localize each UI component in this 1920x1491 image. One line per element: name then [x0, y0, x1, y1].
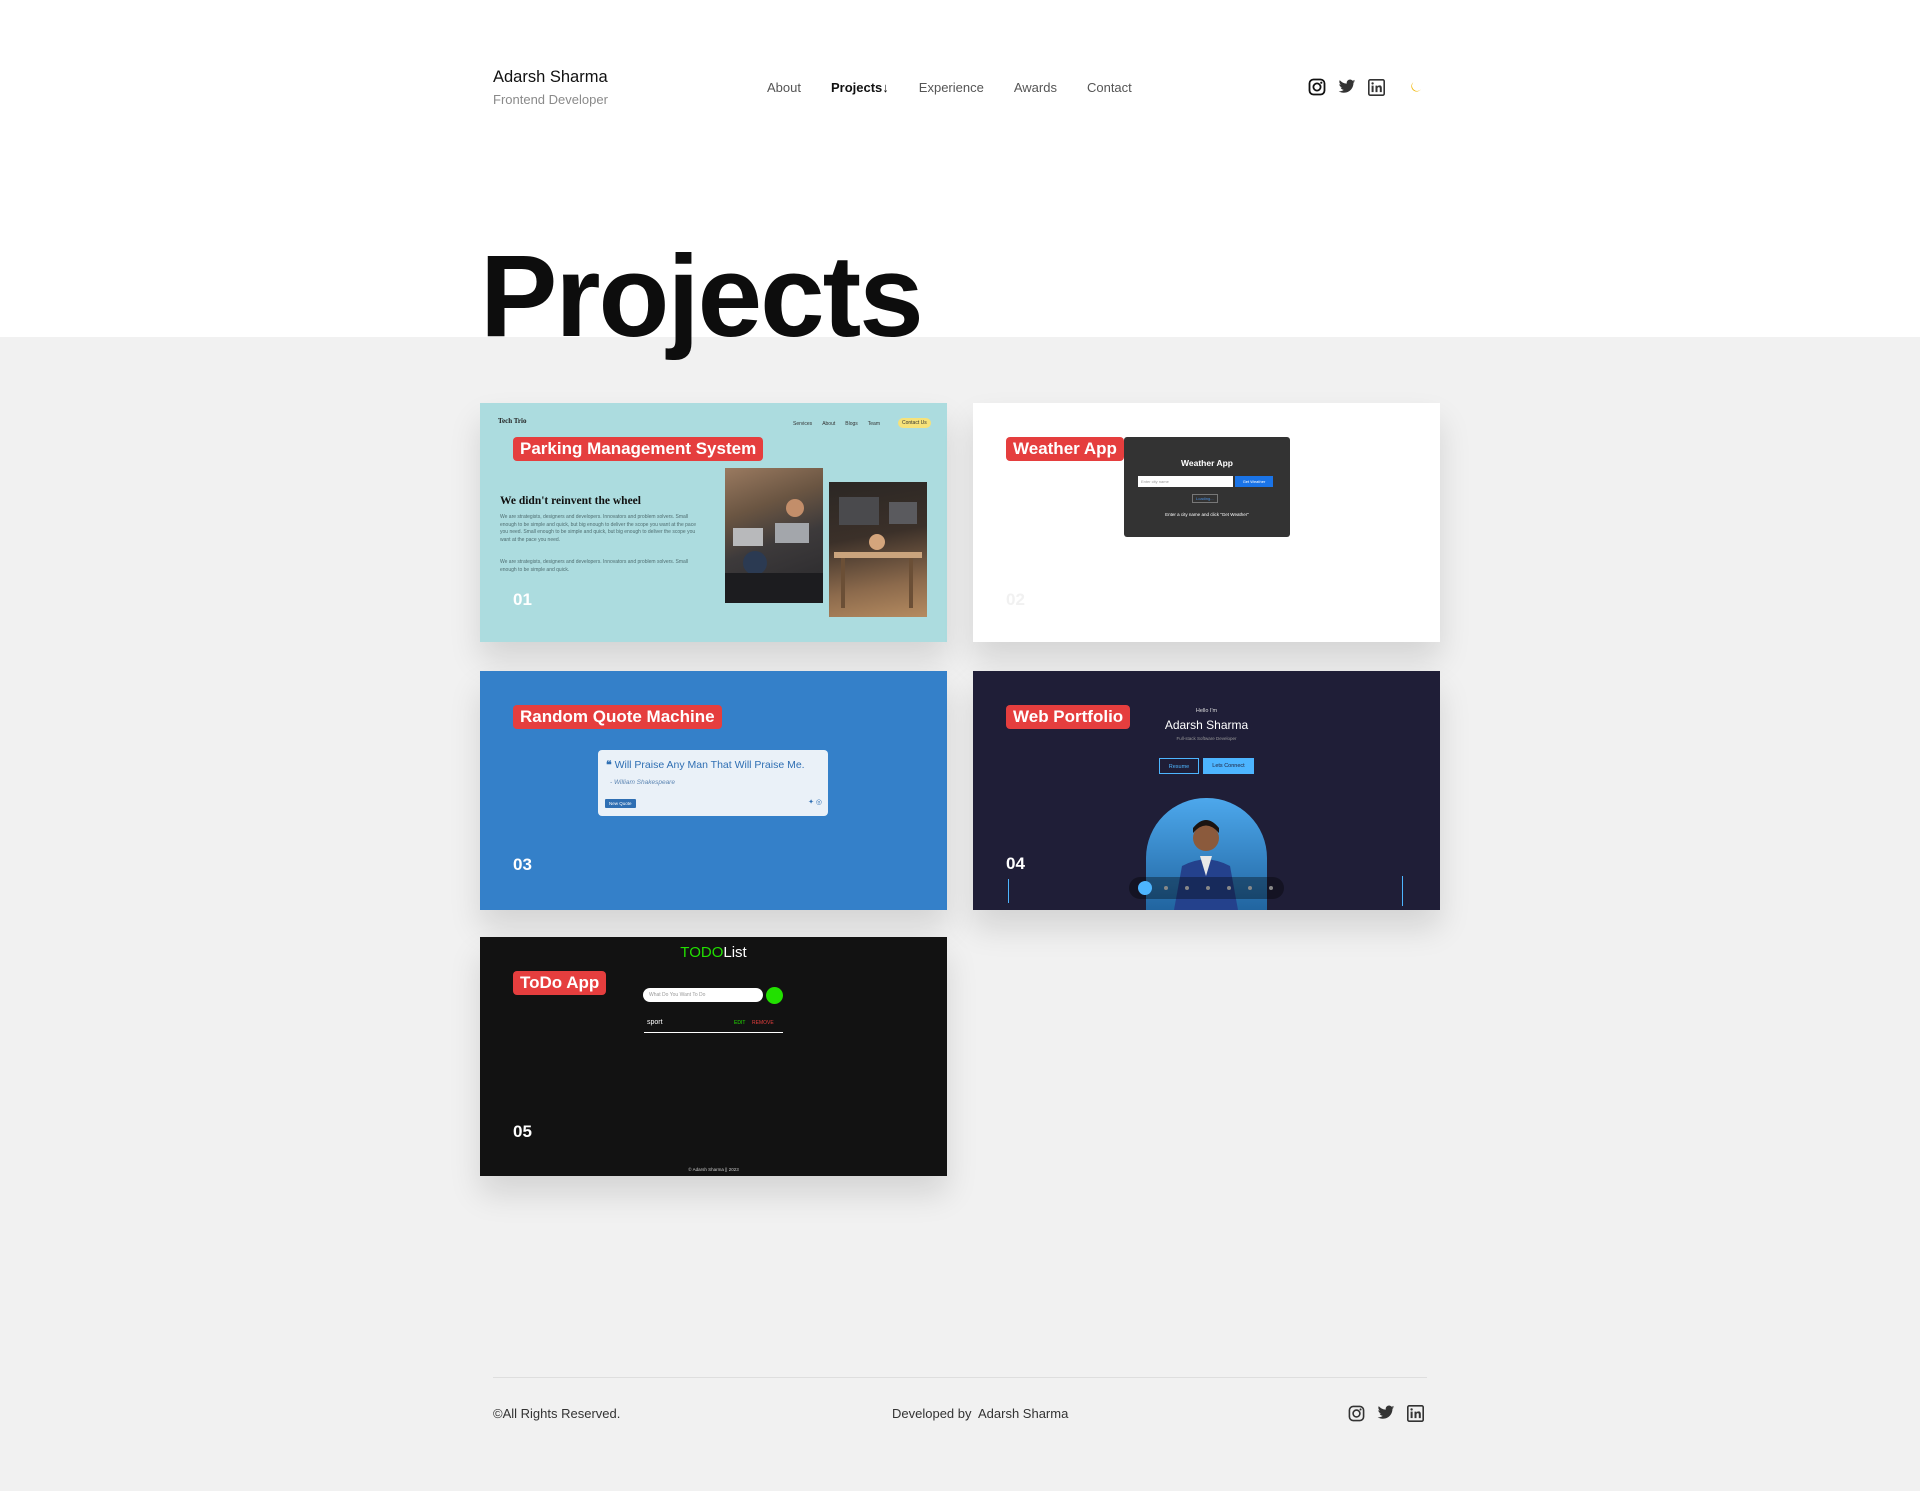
preview-nav-item: Services [793, 421, 813, 427]
todo-add-button [766, 987, 783, 1004]
nav-awards[interactable]: Awards [1014, 80, 1057, 95]
project-title: Weather App [1006, 437, 1124, 461]
preview-cta: Contact Us [898, 418, 931, 428]
todo-item-text: sport [647, 1019, 663, 1026]
quote-share-icons: ✦ ◎ [808, 799, 822, 806]
office-image [829, 482, 927, 617]
portfolio-side-line [1008, 879, 1009, 903]
site-header: Adarsh Sharma Frontend Developer About P… [493, 66, 1423, 116]
nav-experience[interactable]: Experience [919, 80, 984, 95]
preview-body: We are strategists, designers and develo… [500, 559, 689, 573]
preview-nav-item: About [822, 421, 836, 427]
todo-title: TODOList [480, 944, 947, 961]
project-number: 01 [513, 590, 532, 609]
preview-heading: We didn't reinvent the wheel [500, 495, 641, 507]
todo-item: sport EDIT REMOVE [644, 1017, 783, 1033]
preview-nav-item: Team [867, 421, 881, 427]
project-title: Parking Management System [513, 437, 764, 461]
twitter-icon[interactable] [1377, 1405, 1395, 1427]
project-number: 03 [513, 855, 532, 874]
todo-edit-button: EDIT [734, 1020, 746, 1026]
project-card-parking[interactable]: Parking Management System 01 Tech Trio S… [480, 403, 947, 642]
footer-divider [493, 1377, 1427, 1378]
project-card-portfolio[interactable]: Web Portfolio 04 Hello I'm Adarsh Sharma… [973, 671, 1440, 910]
header-section [0, 0, 1920, 337]
nav-projects[interactable]: Projects↓ [831, 80, 889, 95]
weather-city-input: Enter city name [1138, 476, 1233, 487]
weather-heading: Weather App [1181, 458, 1233, 468]
weather-button: Get Weather [1235, 476, 1273, 487]
instagram-icon[interactable] [1308, 78, 1326, 101]
weather-loading: Loading... [1192, 494, 1218, 503]
project-card-todo[interactable]: ToDo App 05 TODOList What Do You Want To… [480, 937, 947, 1176]
portfolio-resume-button: Resume [1159, 758, 1199, 774]
project-number: 04 [1006, 854, 1025, 873]
portfolio-connect-button: Lets Connect [1203, 758, 1254, 774]
twitter-icon[interactable] [1338, 79, 1356, 100]
todo-input: What Do You Want To Do [643, 988, 763, 1002]
quote-text: ❝ Will Praise Any Man That Will Praise M… [606, 759, 805, 771]
weather-hint: Enter a city name and click "Get Weather… [1165, 512, 1249, 517]
project-card-weather[interactable]: Weather App 02 Weather App Enter city na… [973, 403, 1440, 642]
quote-author: - William Shakespeare [610, 779, 675, 786]
brand-role: Frontend Developer [493, 92, 608, 107]
footer-developed-by: Developed by Adarsh Sharma [892, 1406, 1069, 1421]
preview-logo: Tech Trio [498, 417, 527, 425]
todo-title-white: List [723, 944, 747, 961]
portfolio-side-line [1402, 876, 1403, 906]
header-social-links [1296, 78, 1423, 101]
weather-widget: Weather App Enter city name Get Weather … [1124, 437, 1290, 537]
office-image [725, 468, 823, 603]
preview-nav: Services About Blogs Team [793, 421, 880, 427]
moon-icon[interactable] [1409, 80, 1423, 99]
new-quote-button: New Quote [605, 799, 636, 808]
main-nav: About Projects↓ Experience Awards Contac… [767, 80, 1162, 95]
quote-box: ❝ Will Praise Any Man That Will Praise M… [598, 750, 828, 816]
page-title: Projects [480, 231, 924, 361]
preview-nav-item: Blogs [845, 421, 858, 427]
project-card-quote[interactable]: Random Quote Machine 03 ❝ Will Praise An… [480, 671, 947, 910]
project-number: 05 [513, 1122, 532, 1141]
nav-contact[interactable]: Contact [1087, 80, 1132, 95]
preview-body: We are strategists, designers and develo… [500, 514, 696, 543]
linkedin-icon[interactable] [1368, 78, 1385, 101]
nav-about[interactable]: About [767, 80, 801, 95]
project-title: Web Portfolio [1006, 705, 1131, 729]
project-title: ToDo App [513, 971, 607, 995]
linkedin-icon[interactable] [1407, 1405, 1424, 1427]
quote-mark-icon: ❝ [606, 759, 615, 771]
footer-social-links [1348, 1405, 1436, 1427]
project-number: 02 [1006, 590, 1025, 609]
footer-copyright: ©All Rights Reserved. [493, 1406, 621, 1421]
portfolio-role: Full-stack Software Developer [1176, 736, 1237, 741]
todo-title-green: TODO [680, 944, 724, 961]
portfolio-bottom-nav [1129, 877, 1284, 899]
quote-body: Will Praise Any Man That Will Praise Me. [614, 759, 805, 771]
todo-remove-button: REMOVE [752, 1020, 774, 1026]
instagram-icon[interactable] [1348, 1405, 1365, 1427]
project-title: Random Quote Machine [513, 705, 722, 729]
brand-name[interactable]: Adarsh Sharma [493, 68, 608, 87]
todo-footer: © Adarsh Sharma || 2023 [688, 1167, 739, 1172]
